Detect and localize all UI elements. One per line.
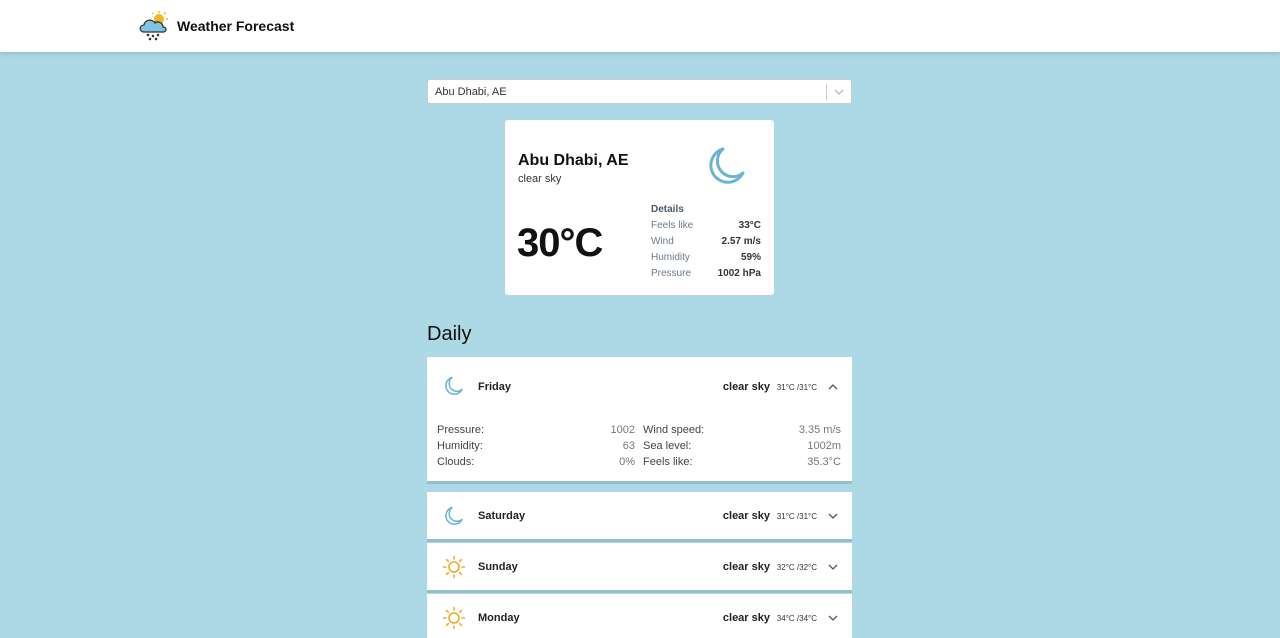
day-name: Friday: [478, 381, 512, 393]
details-title: Details: [651, 204, 684, 215]
detail-value: 1002 hPa: [717, 268, 761, 279]
daily-title: Daily: [427, 323, 472, 345]
chevron-up-icon[interactable]: [828, 382, 838, 392]
city-search-select[interactable]: Abu Dhabi, AE: [427, 79, 852, 104]
detail-value: 59%: [740, 252, 761, 263]
day-name: Sunday: [478, 561, 518, 573]
detail-label: Clouds:: [437, 456, 475, 468]
search-value: Abu Dhabi, AE: [435, 86, 507, 98]
detail-label: Wind speed:: [643, 424, 705, 436]
detail-label: Pressure:: [437, 424, 485, 436]
moon-icon: [709, 147, 745, 184]
detail-value: 1002: [610, 424, 635, 436]
day-name: Monday: [478, 612, 520, 624]
detail-label: Humidity:: [437, 440, 483, 452]
moon-icon: [445, 506, 463, 525]
chevron-down-icon[interactable]: [834, 87, 844, 97]
day-description: clear sky: [722, 381, 770, 393]
weather-description: clear sky: [518, 173, 562, 185]
day-temp-range: 32°C /32°C: [776, 563, 817, 572]
day-name: Saturday: [478, 510, 526, 522]
cloud-snow-sun-icon: [139, 11, 168, 41]
detail-label: Pressure: [651, 268, 692, 279]
current-temperature: 30°C: [517, 221, 603, 265]
day-description: clear sky: [722, 510, 770, 522]
day-description: clear sky: [722, 561, 770, 573]
detail-label: Sea level:: [643, 440, 692, 452]
day-temp-range: 31°C /31°C: [776, 383, 817, 392]
detail-value: 3.35 m/s: [798, 424, 841, 436]
day-temp-range: 34°C /34°C: [776, 614, 817, 623]
daily-item-monday[interactable]: Monday clear sky 34°C /34°C: [427, 594, 852, 638]
detail-label: Humidity: [651, 252, 690, 263]
current-weather-card: Abu Dhabi, AE clear sky 30°C Details Fee…: [505, 120, 774, 295]
daily-item-sunday[interactable]: Sunday clear sky 32°C /32°C: [427, 543, 852, 593]
detail-value: 35.3°C: [807, 456, 841, 468]
day-description: clear sky: [722, 612, 770, 624]
moon-icon: [445, 376, 463, 395]
daily-item-friday[interactable]: Friday clear sky 31°C /31°C Pressure: 10…: [427, 357, 852, 484]
app-title: Weather Forecast: [177, 18, 295, 34]
app-header: Weather Forecast: [0, 0, 1280, 52]
detail-label: Feels like:: [643, 456, 693, 468]
city-name: Abu Dhabi, AE: [518, 152, 629, 169]
detail-value: 2.57 m/s: [721, 236, 761, 247]
sun-icon: [442, 606, 466, 630]
detail-value: 0%: [619, 456, 635, 468]
daily-item-saturday[interactable]: Saturday clear sky 31°C /31°C: [427, 492, 852, 542]
detail-value: 1002m: [807, 440, 841, 452]
detail-label: Wind: [651, 236, 674, 247]
day-temp-range: 31°C /31°C: [776, 512, 817, 521]
detail-value: 33°C: [738, 220, 761, 231]
detail-value: 63: [622, 440, 635, 452]
chevron-down-icon[interactable]: [828, 511, 838, 521]
detail-label: Feels like: [651, 220, 694, 231]
sun-icon: [442, 555, 466, 579]
select-separator: [826, 84, 827, 100]
chevron-down-icon[interactable]: [828, 613, 838, 623]
chevron-down-icon[interactable]: [828, 562, 838, 572]
